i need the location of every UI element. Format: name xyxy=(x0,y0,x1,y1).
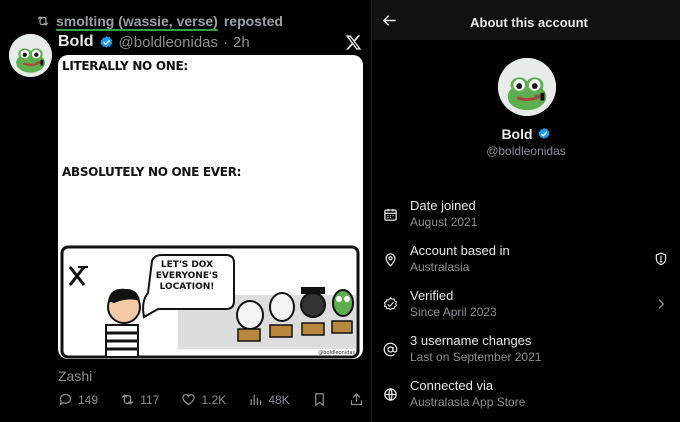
meta-separator: · xyxy=(223,33,229,51)
repost-icon xyxy=(36,14,50,28)
comic-text-line1: LITERALLY NO ONE: xyxy=(62,59,188,73)
speech-line-3: LOCATION! xyxy=(159,282,215,292)
tweet-actions: 149 117 1.2K 48K xyxy=(58,392,364,407)
at-icon xyxy=(383,342,398,357)
repost-suffix: reposted xyxy=(223,13,283,29)
share-icon xyxy=(349,392,364,407)
about-title: About this account xyxy=(470,15,588,30)
repost-user-link[interactable]: smolting (wassie, verse) xyxy=(56,13,218,29)
comic-speech-bubble: LET'S DOX EVERYONE'S LOCATION! xyxy=(146,260,228,293)
row-value: August 2021 xyxy=(410,215,478,229)
profile-handle: @boldleonidas xyxy=(486,144,566,158)
tweet-header: Bold @boldleonidas · 2h xyxy=(58,33,250,51)
verified-badge-icon xyxy=(99,35,114,50)
like-button[interactable]: 1.2K xyxy=(181,392,226,407)
row-value: Australasia xyxy=(410,260,470,274)
reply-icon xyxy=(58,392,73,407)
author-name[interactable]: Bold xyxy=(58,33,94,51)
tweet-pane: smolting (wassie, verse) reposted Bold @… xyxy=(0,0,371,422)
row-date-joined: Date joined August 2021 xyxy=(372,198,680,238)
like-count: 1.2K xyxy=(201,392,227,407)
repost-button[interactable]: 117 xyxy=(120,392,159,407)
tweet-comic-image[interactable]: LITERALLY NO ONE: ABSOLUTELY NO ONE EVER… xyxy=(58,55,363,359)
bookmark-icon xyxy=(312,392,327,407)
row-label: Account based in xyxy=(410,243,510,258)
info-shield-icon[interactable] xyxy=(654,251,668,267)
tweet-time[interactable]: 2h xyxy=(233,34,250,51)
frog-avatar-icon xyxy=(498,58,556,116)
author-avatar[interactable] xyxy=(9,34,52,77)
frog-avatar-icon xyxy=(9,34,52,77)
row-label: Connected via xyxy=(410,378,494,393)
speech-line-1: LET'S DOX xyxy=(160,260,214,270)
reply-button[interactable]: 149 xyxy=(58,392,98,407)
bookmark-button[interactable] xyxy=(312,392,327,407)
row-value: Last on September 2021 xyxy=(410,350,542,364)
tweet-caption: Zashi xyxy=(58,368,93,384)
x-logo-icon xyxy=(345,34,362,51)
author-handle[interactable]: @boldleonidas xyxy=(119,34,218,51)
view-count: 48K xyxy=(268,392,290,407)
reply-count: 149 xyxy=(78,392,99,407)
comic-text-line2: ABSOLUTELY NO ONE EVER: xyxy=(62,165,242,179)
about-account-pane: About this account Bold @boldleonidas Da… xyxy=(372,0,680,422)
globe-icon xyxy=(383,387,398,402)
profile-avatar[interactable] xyxy=(498,58,556,116)
row-verified[interactable]: Verified Since April 2023 xyxy=(372,288,680,328)
repost-count: 117 xyxy=(140,392,160,407)
views-button[interactable]: 48K xyxy=(248,392,290,407)
repost-indicator: smolting (wassie, verse) reposted xyxy=(36,13,283,29)
speech-line-2: EVERYONE'S xyxy=(155,271,219,281)
comic-signature: @boldleonidas xyxy=(318,350,355,356)
row-label: Date joined xyxy=(410,198,476,213)
row-label: Verified xyxy=(410,288,454,303)
heart-icon xyxy=(181,392,196,407)
chevron-right-icon[interactable] xyxy=(654,296,668,312)
row-connected-via: Connected via Australasia App Store xyxy=(372,378,680,418)
row-account-based-in[interactable]: Account based in Australasia xyxy=(372,243,680,283)
profile-name: Bold xyxy=(501,126,533,142)
repost-action-icon xyxy=(120,392,135,407)
row-value: Since April 2023 xyxy=(410,305,497,319)
verified-badge-icon xyxy=(537,127,551,141)
analytics-icon xyxy=(248,392,263,407)
verified-badge-icon xyxy=(383,297,398,312)
calendar-icon xyxy=(383,207,398,222)
row-label: 3 username changes xyxy=(410,333,532,348)
location-pin-icon xyxy=(383,252,398,267)
row-username-changes: 3 username changes Last on September 202… xyxy=(372,333,680,373)
about-header: About this account xyxy=(372,0,680,40)
row-value: Australasia App Store xyxy=(410,395,526,409)
share-button[interactable] xyxy=(349,392,364,407)
profile-name-row: Bold xyxy=(372,126,680,142)
